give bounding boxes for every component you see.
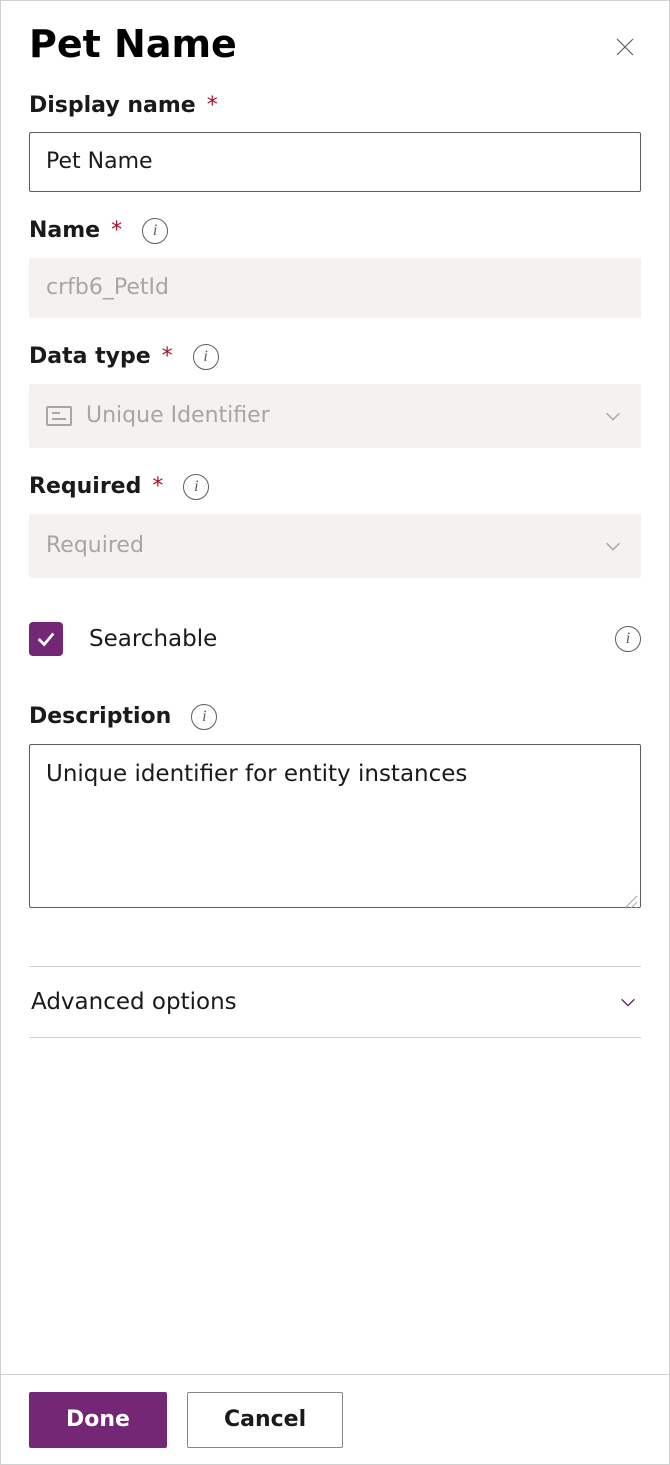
panel-title: Pet Name (29, 23, 237, 67)
info-icon[interactable]: i (615, 626, 641, 652)
data-type-group: Data type * i Unique Identifier (29, 344, 641, 448)
required-label: Required * (29, 474, 163, 499)
display-name-label: Display name * (29, 93, 218, 118)
description-input[interactable] (29, 744, 641, 908)
name-input (29, 258, 641, 318)
chevron-down-icon (602, 535, 624, 557)
close-icon (613, 35, 637, 59)
panel-header: Pet Name (29, 23, 641, 67)
searchable-label: Searchable (89, 626, 217, 652)
done-button[interactable]: Done (29, 1392, 167, 1448)
required-value: Required (46, 533, 144, 558)
key-icon (46, 406, 72, 426)
chevron-down-icon (617, 991, 639, 1013)
searchable-row: Searchable i (29, 622, 641, 656)
searchable-checkbox[interactable] (29, 622, 63, 656)
column-properties-panel: Pet Name Display name * Name * i Data ty… (0, 0, 670, 1465)
data-type-label: Data type * (29, 344, 173, 369)
display-name-input[interactable] (29, 132, 641, 192)
data-type-value: Unique Identifier (86, 403, 270, 428)
close-button[interactable] (609, 31, 641, 63)
info-icon[interactable]: i (191, 704, 217, 730)
check-icon (35, 628, 57, 650)
panel-footer: Done Cancel (1, 1374, 669, 1464)
info-icon[interactable]: i (142, 218, 168, 244)
display-name-group: Display name * (29, 93, 641, 192)
description-group: Description i (29, 704, 641, 912)
name-label: Name * (29, 218, 122, 243)
info-icon[interactable]: i (183, 474, 209, 500)
advanced-options-toggle[interactable]: Advanced options (29, 966, 641, 1038)
required-group: Required * i Required (29, 474, 641, 578)
data-type-select: Unique Identifier (29, 384, 641, 448)
advanced-options-label: Advanced options (31, 989, 237, 1015)
required-select: Required (29, 514, 641, 578)
cancel-button[interactable]: Cancel (187, 1392, 343, 1448)
chevron-down-icon (602, 405, 624, 427)
name-group: Name * i (29, 218, 641, 318)
description-label: Description (29, 704, 171, 729)
info-icon[interactable]: i (193, 344, 219, 370)
